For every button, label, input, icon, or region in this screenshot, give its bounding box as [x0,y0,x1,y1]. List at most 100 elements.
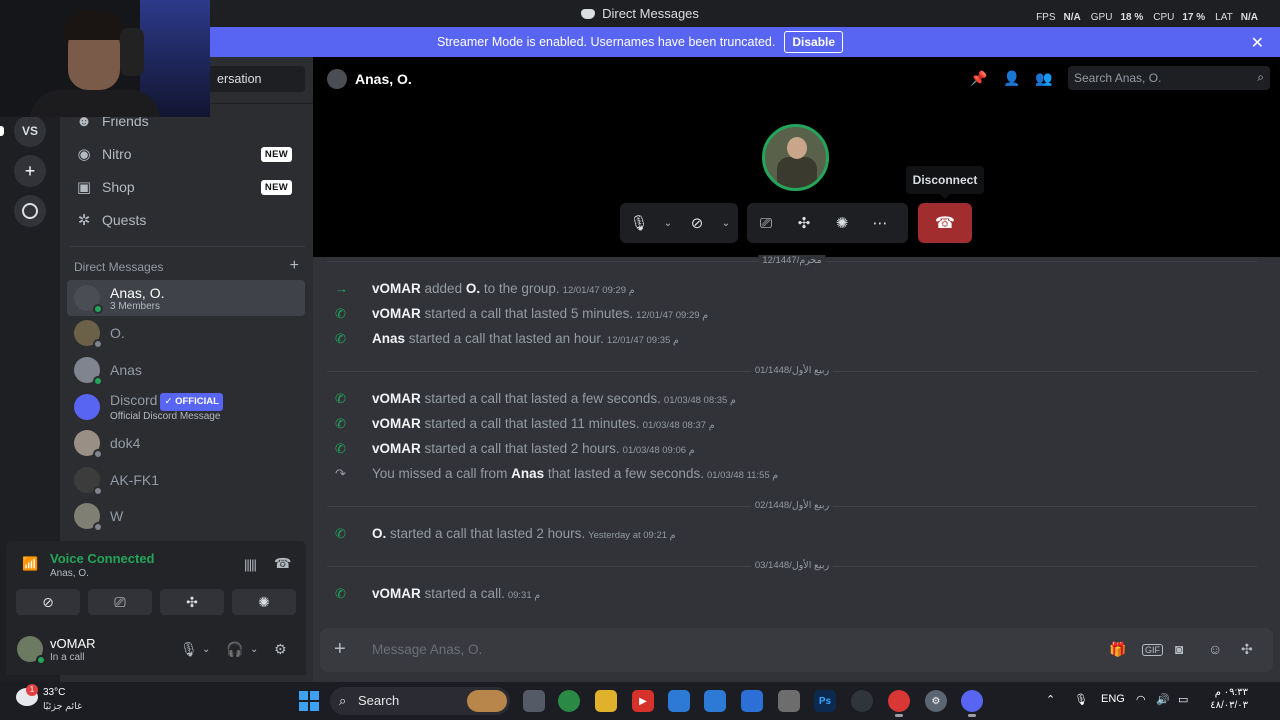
soundboard-button[interactable]: ✺ [232,589,296,615]
wifi-icon[interactable]: ◠ [1136,693,1146,706]
language-indicator[interactable]: ENG [1101,693,1125,705]
emoji-icon[interactable]: ☺ [1208,641,1222,657]
group-icon [327,69,347,89]
discord-logo-icon [581,9,596,19]
youtube-icon[interactable]: ▶ [632,690,654,712]
avatar [74,467,103,496]
dm-item-o[interactable]: O. [67,315,305,351]
weather-badge: 1 [26,684,38,696]
dm-item-w[interactable]: W [67,498,305,534]
clock[interactable]: ٠٩:٣٣ م ٤٨/٠٣/٠٣ [1208,686,1248,712]
dm-item-discord[interactable]: Discord ✓ OFFICIAL Official Discord Messag… [67,389,305,425]
recorder-icon[interactable] [888,690,910,717]
activities-button[interactable]: ✣ [785,203,823,243]
new-badge: NEW [260,147,292,162]
show-hidden-icons-chevron[interactable]: ⌃ [1046,693,1055,706]
server-vs[interactable]: VS [14,115,46,147]
apps-icon[interactable]: ✣ [1241,641,1253,658]
dm-item-dok4[interactable]: dok4 [67,425,305,461]
headphones-icon[interactable]: 🎧 [226,641,243,658]
perf-cpu: CPU 17 % [1153,12,1206,23]
disconnect-button[interactable]: ☎ [918,203,972,243]
voice-channel[interactable]: Anas, O. [50,568,89,579]
app-icon[interactable] [668,690,690,712]
chevron-down-icon[interactable]: ⌄ [658,203,678,243]
task-view-icon[interactable] [523,690,545,712]
call-message: ✆ Anas started a call that lasted an hour… [335,331,679,346]
call-icon: ✆ [335,526,346,541]
avatar-figure-body [777,157,817,188]
camera-off-button[interactable]: ⊘ [16,589,80,615]
close-banner-icon[interactable]: ✕ [1251,33,1264,53]
add-friends-icon[interactable]: 👤 [1003,70,1020,87]
date-divider: ربيع الأول/01/1448 [327,365,1257,376]
call-message: ✆ vOMAR started a call that lasted 5 minu… [335,306,709,321]
obs-icon[interactable] [851,690,873,712]
create-dm-plus-icon[interactable]: + [290,257,299,275]
pin-icon[interactable]: 📌 [970,70,987,87]
microphone-tray-icon[interactable]: 🎙 [1074,693,1088,706]
system-message: → vOMAR added O. to the group. 12/01/47 09… [335,281,635,296]
taskbar-search[interactable]: ⌕ Search [330,687,510,715]
usb-drive-icon[interactable] [778,690,800,712]
more-options-icon[interactable]: ⋯ [861,203,899,243]
disconnect-voice-icon[interactable]: ☎ [274,555,291,572]
share-screen-button[interactable]: ⎚ [747,203,785,243]
member-list-icon[interactable]: 👥 [1035,70,1052,87]
photoshop-icon[interactable]: Ps [814,690,836,712]
user-panel: vOMAR In a call 🎙 ⌄ 🎧 ⌄ ⚙ [6,623,306,675]
nav-shop[interactable]: ▣ Shop NEW [66,171,305,203]
share-screen-button[interactable]: ⎚ [88,589,152,615]
add-server-icon[interactable]: + [14,155,46,187]
store-icon[interactable] [741,690,763,712]
chevron-down-icon[interactable]: ⌄ [202,644,210,655]
app-icon[interactable] [704,690,726,712]
microphone-button[interactable]: 🎙 [620,203,658,243]
avatar [74,430,103,459]
microphone-icon[interactable]: 🎙 [180,641,198,658]
message-input[interactable]: Message Anas, O. [372,642,482,657]
divider [70,246,305,247]
volume-icon[interactable]: 🔊 [1156,693,1170,706]
dm-item-anas[interactable]: Anas [67,352,305,388]
settings-gear-icon[interactable]: ⚙ [925,690,947,712]
activities-button[interactable]: ✣ [160,589,224,615]
message-list: 12/1447/محرم → vOMAR added O. to the grou… [313,255,1280,619]
chevron-down-icon[interactable]: ⌄ [250,644,258,655]
call-message: ✆ vOMAR started a call that lasted a few … [335,391,736,406]
weather-temp: 33°C [43,687,66,698]
sticker-icon[interactable]: ◙ [1175,641,1183,657]
windows-start-icon[interactable] [299,691,319,711]
upload-plus-icon[interactable]: + [334,638,346,661]
chevron-down-icon[interactable]: ⌄ [716,203,736,243]
battery-icon[interactable]: ▭ [1178,693,1188,706]
camera-off-button[interactable]: ⊘ [678,203,716,243]
dm-item-anas-o[interactable]: Anas, O. 3 Members [67,280,305,316]
avatar [74,320,103,349]
call-icon: ✆ [335,441,346,456]
taskbar: 1 33°C غائم جزئيًا ⌕ Search ▶ Ps ⚙ ⌃ 🎙 E… [0,682,1280,720]
soundboard-button[interactable]: ✺ [823,203,861,243]
noise-suppression-icon[interactable]: ||||| [244,557,257,572]
user-avatar[interactable] [17,636,46,665]
search-input[interactable]: Search Anas, O. ⌕ [1068,66,1270,90]
chrome-icon[interactable] [558,690,580,712]
nav-nitro[interactable]: ◉ Nitro NEW [66,138,305,170]
speaking-avatar[interactable] [762,124,829,191]
dm-item-ak-fk1[interactable]: AK-FK1 [67,462,305,498]
file-explorer-icon[interactable] [595,690,617,712]
date-divider: ربيع الأول/02/1448 [327,500,1257,511]
nav-quests[interactable]: ✲ Quests [66,204,305,236]
disable-streamer-mode-button[interactable]: Disable [784,31,844,53]
gift-icon[interactable]: 🎁 [1109,641,1126,658]
discord-icon[interactable] [961,690,983,717]
weather-widget[interactable]: 1 [16,684,40,708]
discover-compass-icon[interactable] [14,195,46,227]
gif-icon[interactable]: GIF [1142,644,1163,656]
performance-overlay: FPS N/A GPU 18 % CPU 17 % LAT N/A [1036,12,1258,23]
connection-signal-icon[interactable]: 📶 [22,556,38,572]
voice-status: Voice Connected [50,551,155,566]
message-composer[interactable]: + Message Anas, O. 🎁 GIF ◙ ☺ ✣ [320,628,1273,672]
selected-indicator [0,126,4,136]
gear-icon[interactable]: ⚙ [274,641,287,658]
